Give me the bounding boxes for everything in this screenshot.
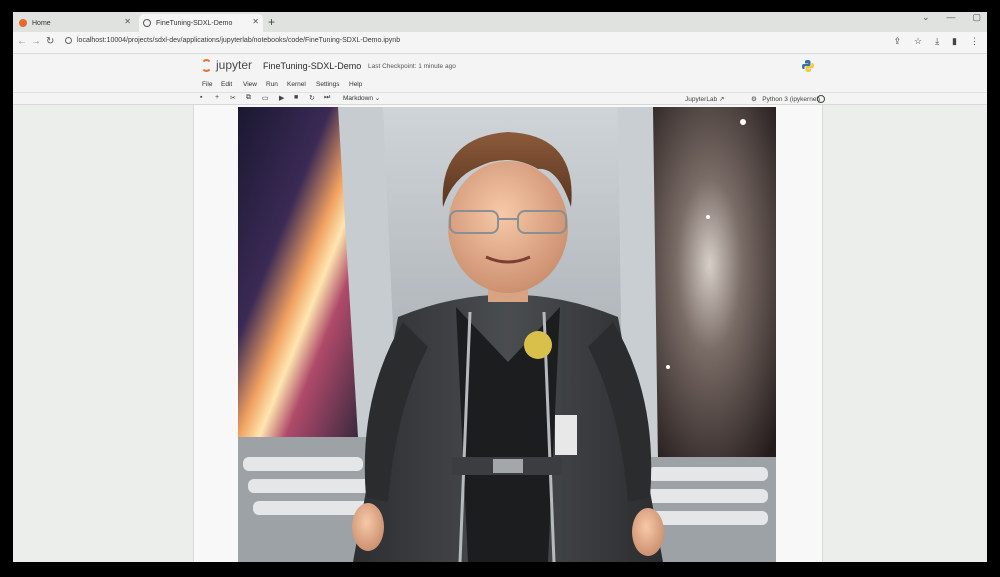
- menu-view[interactable]: View: [243, 81, 257, 88]
- run-icon[interactable]: ▶: [279, 94, 284, 102]
- external-link-icon: ↗: [718, 96, 725, 103]
- notebook-header: jupyter FineTuning-SDXL-Demo Last Checkp…: [13, 54, 987, 79]
- tab-title: FineTuning-SDXL-Demo: [156, 19, 233, 27]
- menu-bar: File Edit View Run Kernel Settings Help: [13, 79, 987, 92]
- tab-finetuning-demo[interactable]: FineTuning-SDXL-Demo ✕: [139, 14, 263, 32]
- notebook-toolbar: ▪ + ✂ ⧉ ▭ ▶ ■ ↻ ⏭ Markdown ⌄ JupyterLab …: [13, 92, 987, 105]
- reload-icon[interactable]: ↻: [46, 36, 54, 47]
- kernel-status-icon: [817, 95, 825, 103]
- kernel-name: Python 3 (ipykernel): [762, 96, 821, 103]
- notebook-title[interactable]: FineTuning-SDXL-Demo: [263, 61, 361, 71]
- window-controls: ⌄ — ▢: [922, 12, 981, 23]
- star-icon[interactable]: ☆: [914, 36, 922, 47]
- maximize-icon[interactable]: ▢: [972, 12, 981, 23]
- python-logo-icon: [802, 60, 814, 72]
- fast-forward-icon[interactable]: ⏭: [324, 94, 330, 102]
- back-arrow-icon[interactable]: ←: [17, 36, 27, 47]
- restart-icon[interactable]: ↻: [309, 94, 315, 102]
- menu-file[interactable]: File: [202, 81, 212, 88]
- menu-run[interactable]: Run: [266, 81, 278, 88]
- jupyter-wordmark: jupyter: [216, 58, 253, 72]
- close-icon[interactable]: ✕: [252, 17, 259, 26]
- jupyter-notebook-page: jupyter FineTuning-SDXL-Demo Last Checkp…: [13, 54, 987, 562]
- chevron-down-icon: ⌄: [374, 95, 381, 102]
- copy-icon[interactable]: ⧉: [246, 94, 251, 102]
- browser-actions: ⇪ ☆ ⤓ ▮ ⋮: [893, 36, 979, 47]
- add-cell-icon[interactable]: +: [215, 94, 219, 101]
- paste-icon[interactable]: ▭: [262, 94, 269, 102]
- jupyter-logo-icon: [201, 58, 212, 72]
- cell-type-value: Markdown: [343, 95, 373, 102]
- sidebar-icon[interactable]: ▮: [952, 36, 957, 47]
- tab-strip: Home ✕ FineTuning-SDXL-Demo ✕ + ⌄ — ▢: [13, 12, 987, 32]
- kernel-indicator[interactable]: ⚙ Python 3 (ipykernel): [751, 95, 820, 103]
- chevron-down-icon[interactable]: ⌄: [922, 12, 930, 23]
- share-icon[interactable]: ⇪: [893, 36, 901, 47]
- new-tab-button[interactable]: +: [268, 15, 275, 29]
- tab-title: Home: [32, 19, 51, 27]
- gear-icon: ⚙: [751, 96, 757, 103]
- jupyterlab-link-label: JupyterLab: [685, 96, 718, 103]
- download-icon[interactable]: ⤓: [935, 36, 939, 47]
- stop-icon[interactable]: ■: [294, 94, 298, 101]
- save-icon[interactable]: ▪: [200, 94, 202, 101]
- checkpoint-status: Last Checkpoint: 1 minute ago: [368, 63, 456, 70]
- url-field[interactable]: localhost:10004/projects/sdxl-dev/applic…: [65, 37, 400, 44]
- globe-icon: [143, 19, 151, 27]
- menu-help[interactable]: Help: [349, 81, 362, 88]
- menu-edit[interactable]: Edit: [221, 81, 232, 88]
- close-icon[interactable]: ✕: [124, 17, 131, 26]
- browser-window: Home ✕ FineTuning-SDXL-Demo ✕ + ⌄ — ▢ ← …: [13, 12, 987, 562]
- cut-icon[interactable]: ✂: [230, 94, 236, 102]
- minimize-icon[interactable]: —: [946, 12, 955, 23]
- cell-type-select[interactable]: Markdown ⌄: [343, 94, 380, 102]
- jupyterlab-link[interactable]: JupyterLab ↗: [685, 95, 724, 103]
- generated-image-output: [238, 107, 776, 562]
- tab-home[interactable]: Home ✕: [15, 14, 135, 32]
- menu-dots-icon[interactable]: ⋮: [970, 36, 979, 47]
- jupyter-logo[interactable]: jupyter: [201, 58, 252, 72]
- forward-arrow-icon[interactable]: →: [31, 36, 41, 47]
- jupyter-favicon-icon: [19, 19, 27, 27]
- menu-kernel[interactable]: Kernel: [287, 81, 306, 88]
- address-bar: ← → ↻ localhost:10004/projects/sdxl-dev/…: [13, 32, 987, 54]
- url-text: localhost:10004/projects/sdxl-dev/applic…: [77, 37, 401, 44]
- menu-settings[interactable]: Settings: [316, 81, 340, 88]
- site-info-icon[interactable]: [65, 37, 72, 44]
